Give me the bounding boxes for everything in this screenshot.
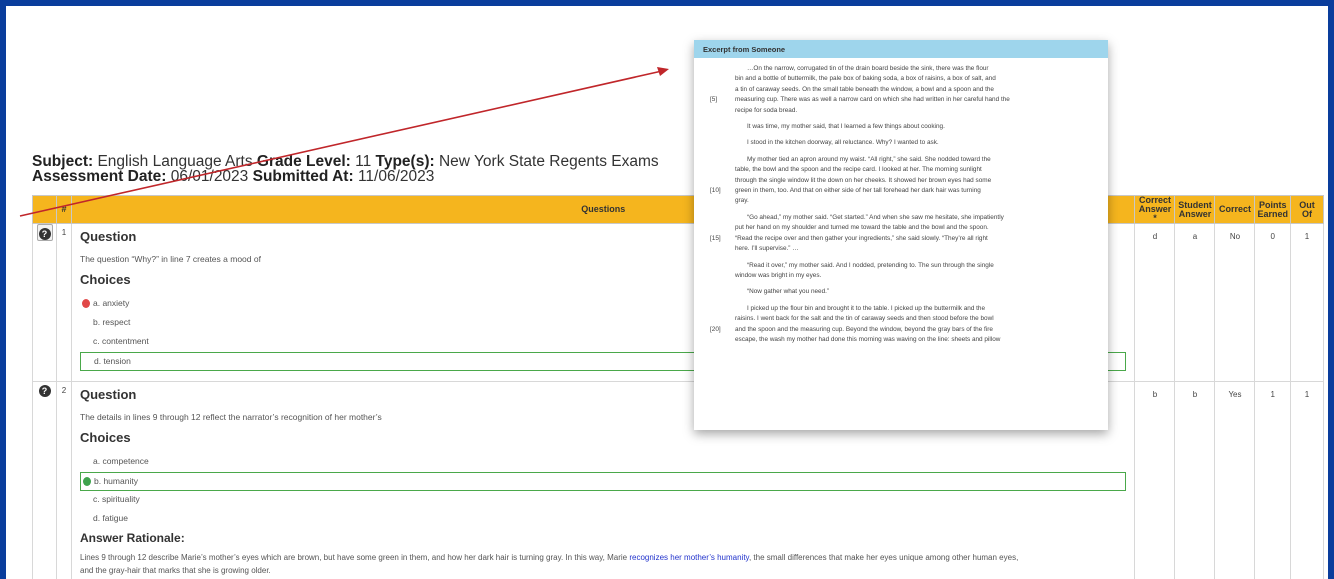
arrow-head-icon: [657, 67, 669, 76]
screenshot-frame: Subject: English Language Arts Grade Lev…: [6, 6, 1328, 579]
annotation-arrow: [19, 67, 669, 217]
arrow-line: [19, 70, 663, 217]
